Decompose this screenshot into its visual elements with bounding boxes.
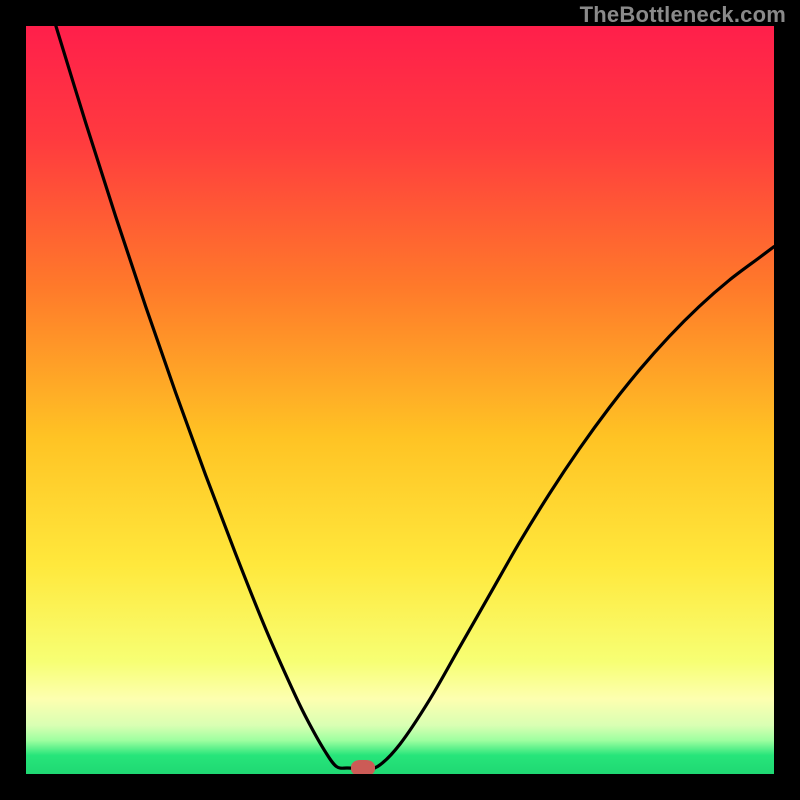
watermark-text: TheBottleneck.com — [580, 2, 786, 28]
bottleneck-curve — [26, 26, 774, 774]
plot-area — [26, 26, 774, 774]
outer-frame: TheBottleneck.com — [0, 0, 800, 800]
optimum-marker — [351, 760, 375, 774]
